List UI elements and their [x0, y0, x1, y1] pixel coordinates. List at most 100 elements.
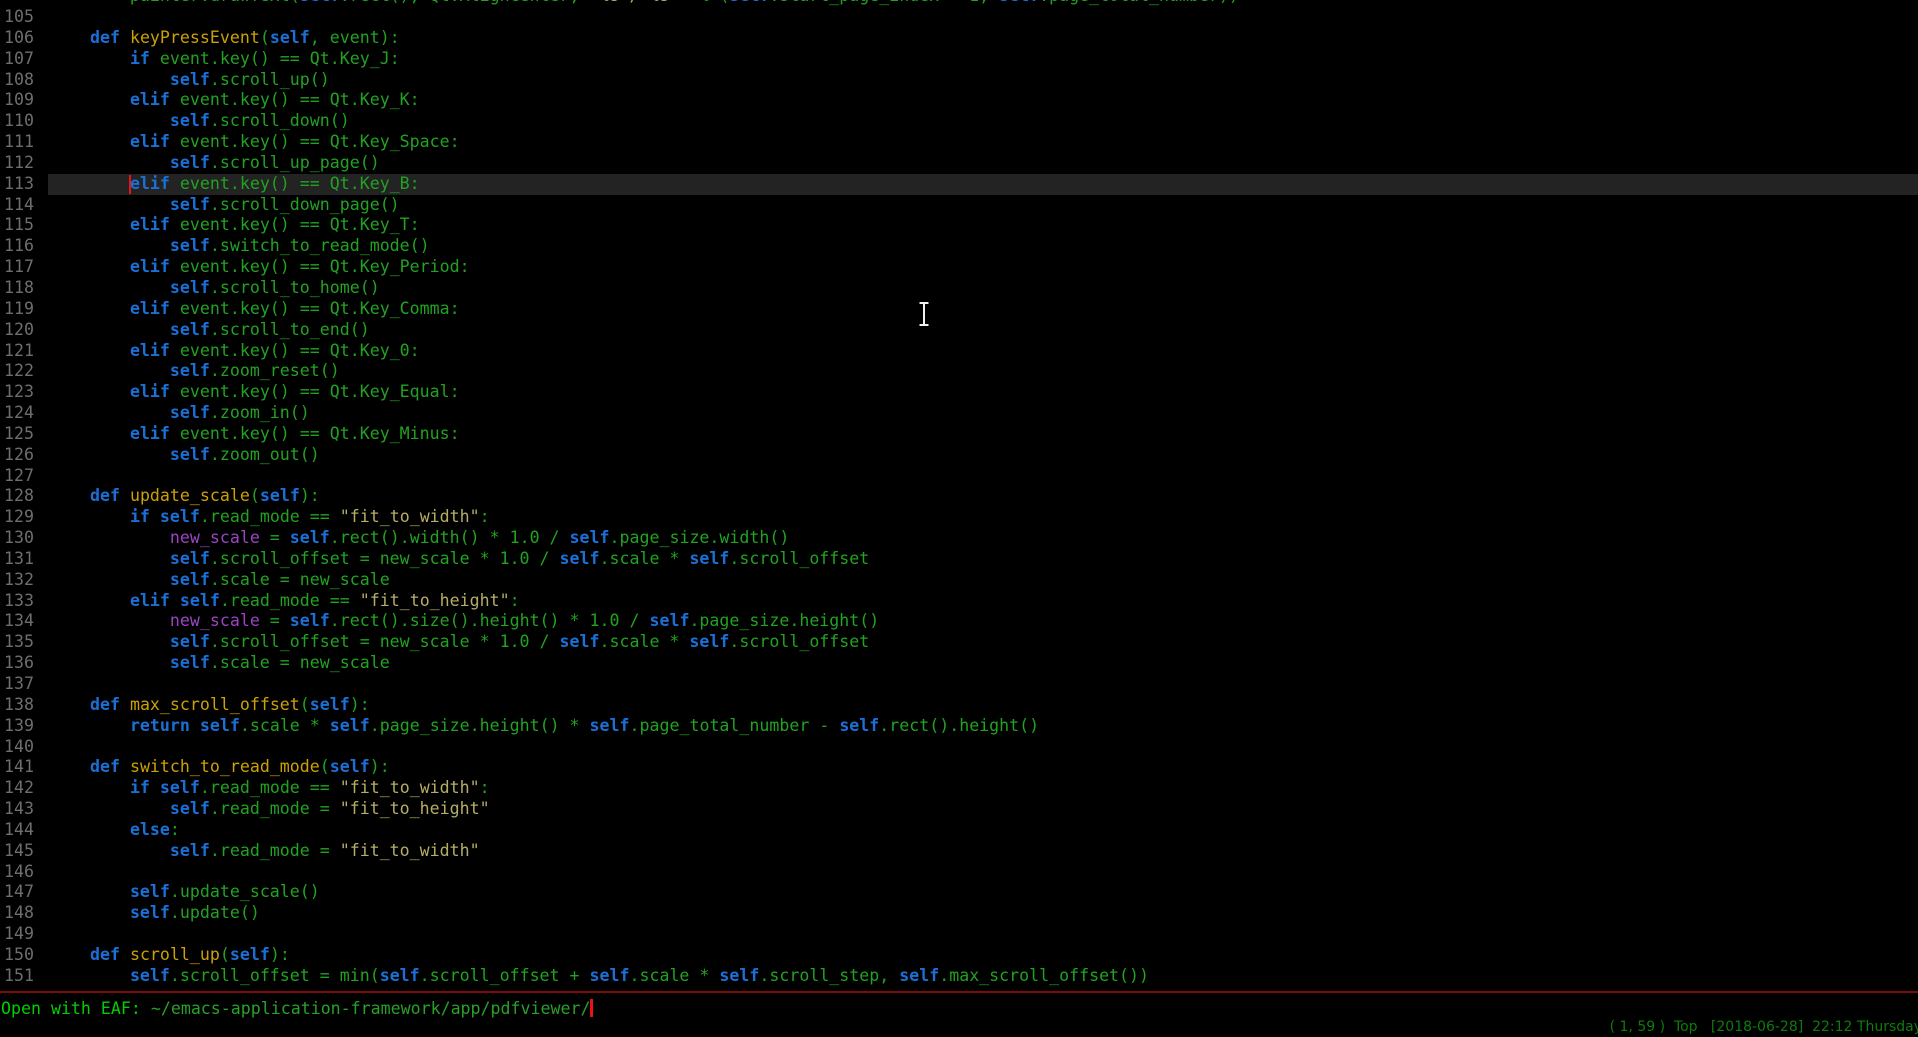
- code-line-current[interactable]: 113 elif event.key() == Qt.Key_B:: [0, 174, 1918, 195]
- code-line[interactable]: 144 else:: [0, 820, 1918, 841]
- keyword: self: [330, 757, 370, 776]
- code-line[interactable]: 130 new_scale = self.rect().width() * 1.…: [0, 528, 1918, 549]
- code-text: [50, 320, 170, 339]
- code-line[interactable]: 118 self.scroll_to_home(): [0, 278, 1918, 299]
- code-text: [50, 257, 130, 276]
- code-text: ):: [300, 486, 320, 505]
- status-tray: ( 1, 59 ) Top [2018-06-28] 22:12 Thursda…: [1610, 1019, 1918, 1035]
- code-line[interactable]: 148 self.update(): [0, 903, 1918, 924]
- line-number: 145: [0, 841, 50, 862]
- keyword: self: [839, 716, 879, 735]
- code-text: [50, 195, 170, 214]
- keyword: self: [170, 549, 210, 568]
- code-line[interactable]: 117 elif event.key() == Qt.Key_Period:: [0, 257, 1918, 278]
- code-text: .read_mode =: [210, 799, 340, 818]
- code-line[interactable]: 147 self.update_scale(): [0, 882, 1918, 903]
- code-line[interactable]: 131 self.scroll_offset = new_scale * 1.0…: [0, 549, 1918, 570]
- code-line[interactable]: 111 elif event.key() == Qt.Key_Space:: [0, 132, 1918, 153]
- code-text: [50, 174, 130, 193]
- keyword: self: [230, 945, 270, 964]
- line-number: 109: [0, 90, 50, 111]
- code-line[interactable]: 110 self.scroll_down(): [0, 111, 1918, 132]
- code-text: .scroll_offset = new_scale * 1.0 /: [210, 549, 560, 568]
- line-number: 131: [0, 549, 50, 570]
- code-line[interactable]: 112 self.scroll_up_page(): [0, 153, 1918, 174]
- code-line[interactable]: 121 elif event.key() == Qt.Key_0:: [0, 341, 1918, 362]
- code-line[interactable]: 151 self.scroll_offset = min(self.scroll…: [0, 966, 1918, 987]
- code-line[interactable]: 140: [0, 737, 1918, 758]
- code-line[interactable]: 150 def scroll_up(self):: [0, 945, 1918, 966]
- code-line[interactable]: 143 self.read_mode = "fit_to_height": [0, 799, 1918, 820]
- code-line[interactable]: 135 self.scroll_offset = new_scale * 1.0…: [0, 632, 1918, 653]
- code-line[interactable]: 123 elif event.key() == Qt.Key_Equal:: [0, 382, 1918, 403]
- code-text: [50, 945, 90, 964]
- code-line[interactable]: 122 self.zoom_reset(): [0, 361, 1918, 382]
- code-text: .rect().size().height() * 1.0 /: [330, 611, 650, 630]
- code-line[interactable]: 119 elif event.key() == Qt.Key_Comma:: [0, 299, 1918, 320]
- code-line[interactable]: 116 self.switch_to_read_mode(): [0, 236, 1918, 257]
- code-text: event.key() == Qt.Key_T:: [170, 215, 420, 234]
- code-text: ):: [270, 945, 290, 964]
- code-text: .read_mode ==: [200, 778, 340, 797]
- code-text: [50, 570, 170, 589]
- code-line[interactable]: 133 elif self.read_mode == "fit_to_heigh…: [0, 591, 1918, 612]
- code-text: (: [320, 757, 330, 776]
- code-line[interactable]: 132 self.scale = new_scale: [0, 570, 1918, 591]
- string-literal: "%s / %s ": [590, 0, 690, 5]
- line-number: 146: [0, 862, 50, 883]
- code-line[interactable]: 124 self.zoom_in(): [0, 403, 1918, 424]
- keyword: if: [130, 507, 150, 526]
- keyword: self: [130, 882, 170, 901]
- code-line[interactable]: 106 def keyPressEvent(self, event):: [0, 28, 1918, 49]
- code-line[interactable]: 114 self.scroll_down_page(): [0, 195, 1918, 216]
- code-line[interactable]: 120 self.scroll_to_end(): [0, 320, 1918, 341]
- code-text: .update(): [170, 903, 260, 922]
- code-line[interactable]: 136 self.scale = new_scale: [0, 653, 1918, 674]
- code-line[interactable]: 126 self.zoom_out(): [0, 445, 1918, 466]
- keyword: self: [170, 70, 210, 89]
- code-line[interactable]: 105: [0, 7, 1918, 28]
- code-line[interactable]: 127: [0, 466, 1918, 487]
- code-text: [50, 445, 170, 464]
- code-text: .page_size.height() *: [370, 716, 590, 735]
- line-number: 115: [0, 215, 50, 236]
- keyword: self: [310, 695, 350, 714]
- minibuffer[interactable]: Open with EAF: ~/emacs-application-frame…: [1, 998, 593, 1020]
- line-number: 136: [0, 653, 50, 674]
- keyword: self: [729, 0, 769, 5]
- keyword: def: [90, 28, 120, 47]
- code-buffer[interactable]: 105106 def keyPressEvent(self, event):10…: [0, 7, 1918, 987]
- keyword: self: [170, 403, 210, 422]
- code-line[interactable]: 109 elif event.key() == Qt.Key_K:: [0, 90, 1918, 111]
- code-line[interactable]: 149: [0, 924, 1918, 945]
- keyword: if: [130, 49, 150, 68]
- code-text: .page_total_number -: [630, 716, 840, 735]
- line-number: 122: [0, 361, 50, 382]
- code-line[interactable]: 146: [0, 862, 1918, 883]
- code-line[interactable]: 138 def max_scroll_offset(self):: [0, 695, 1918, 716]
- code-text: [50, 632, 170, 651]
- line-number: 130: [0, 528, 50, 549]
- code-line[interactable]: 125 elif event.key() == Qt.Key_Minus:: [0, 424, 1918, 445]
- code-text: .rect().width() * 1.0 /: [330, 528, 570, 547]
- code-line[interactable]: 142 if self.read_mode == "fit_to_width":: [0, 778, 1918, 799]
- code-line[interactable]: 141 def switch_to_read_mode(self):: [0, 757, 1918, 778]
- code-text: [120, 28, 130, 47]
- code-line[interactable]: 137: [0, 674, 1918, 695]
- code-text: [50, 70, 170, 89]
- minibuffer-input[interactable]: ~/emacs-application-framework/app/pdfvie…: [151, 999, 591, 1018]
- keyword: self: [170, 632, 210, 651]
- code-line[interactable]: 129 if self.read_mode == "fit_to_width":: [0, 507, 1918, 528]
- code-line[interactable]: 108 self.scroll_up(): [0, 70, 1918, 91]
- keyword: self: [999, 0, 1039, 5]
- code-text: [50, 716, 130, 735]
- code-line[interactable]: 139 return self.scale * self.page_size.h…: [0, 716, 1918, 737]
- code-line[interactable]: 115 elif event.key() == Qt.Key_T:: [0, 215, 1918, 236]
- code-line[interactable]: 107 if event.key() == Qt.Key_J:: [0, 49, 1918, 70]
- code-line[interactable]: 128 def update_scale(self):: [0, 486, 1918, 507]
- line-number: 111: [0, 132, 50, 153]
- code-line[interactable]: 134 new_scale = self.rect().size().heigh…: [0, 611, 1918, 632]
- code-line[interactable]: 145 self.read_mode = "fit_to_width": [0, 841, 1918, 862]
- code-text: .page_size.height(): [689, 611, 879, 630]
- code-text: .rect(), Qt.AlignCenter,: [340, 0, 590, 5]
